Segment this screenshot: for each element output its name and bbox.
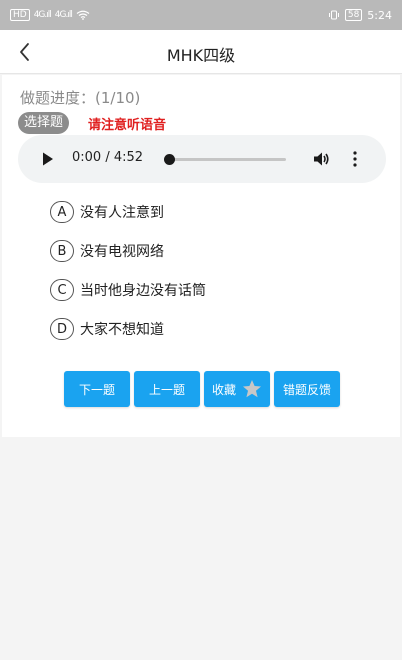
error-feedback-button[interactable]: 错题反馈 [274, 371, 340, 407]
more-vertical-icon[interactable] [352, 150, 358, 168]
play-icon[interactable] [42, 152, 54, 166]
question-panel: 做题进度：(1/10) 选择题 请注意听语音 0:00 / 4:52 A 没有人… [2, 75, 400, 437]
option-d[interactable]: D 大家不想知道 [50, 317, 164, 341]
status-bar: HD 4G.ıll 4G.ıll 58 5:24 [0, 0, 402, 30]
option-letter: B [50, 240, 74, 262]
option-text: 没有人注意到 [80, 205, 164, 221]
previous-question-button[interactable]: 上一题 [134, 371, 200, 407]
option-b[interactable]: B 没有电视网络 [50, 239, 164, 263]
audio-time: 0:00 / 4:52 [72, 150, 144, 165]
question-progress: 做题进度：(1/10) [20, 89, 141, 107]
option-text: 当时他身边没有话筒 [80, 283, 206, 299]
favorite-label: 收藏 [211, 382, 236, 397]
option-text: 大家不想知道 [80, 322, 164, 338]
audio-seek-bar[interactable] [164, 154, 286, 165]
wifi-icon [76, 10, 90, 20]
page-title: MHK四级 [166, 46, 236, 65]
hd-indicator: HD [10, 9, 30, 21]
next-question-button[interactable]: 下一题 [64, 371, 130, 407]
vibrate-icon [328, 10, 339, 20]
app-header: MHK四级 [0, 30, 402, 74]
option-c[interactable]: C 当时他身边没有话筒 [50, 278, 206, 302]
option-letter: A [50, 201, 74, 223]
audio-seek-thumb[interactable] [164, 154, 175, 165]
audio-player: 0:00 / 4:52 [18, 135, 386, 183]
battery-icon: 58 [344, 9, 363, 21]
listening-hint: 请注意听语音 [88, 118, 167, 133]
star-icon [243, 380, 261, 398]
option-a[interactable]: A 没有人注意到 [50, 200, 164, 224]
option-letter: D [50, 318, 74, 340]
signal-icon-2: 4G.ıll [54, 10, 73, 20]
option-letter: C [50, 279, 74, 301]
clock: 5:24 [367, 8, 392, 22]
question-type-badge: 选择题 [18, 112, 70, 134]
signal-icon: 4G.ıll [33, 10, 52, 20]
option-text: 没有电视网络 [80, 244, 164, 260]
favorite-button[interactable]: 收藏 [204, 371, 270, 407]
volume-icon[interactable] [312, 150, 330, 168]
